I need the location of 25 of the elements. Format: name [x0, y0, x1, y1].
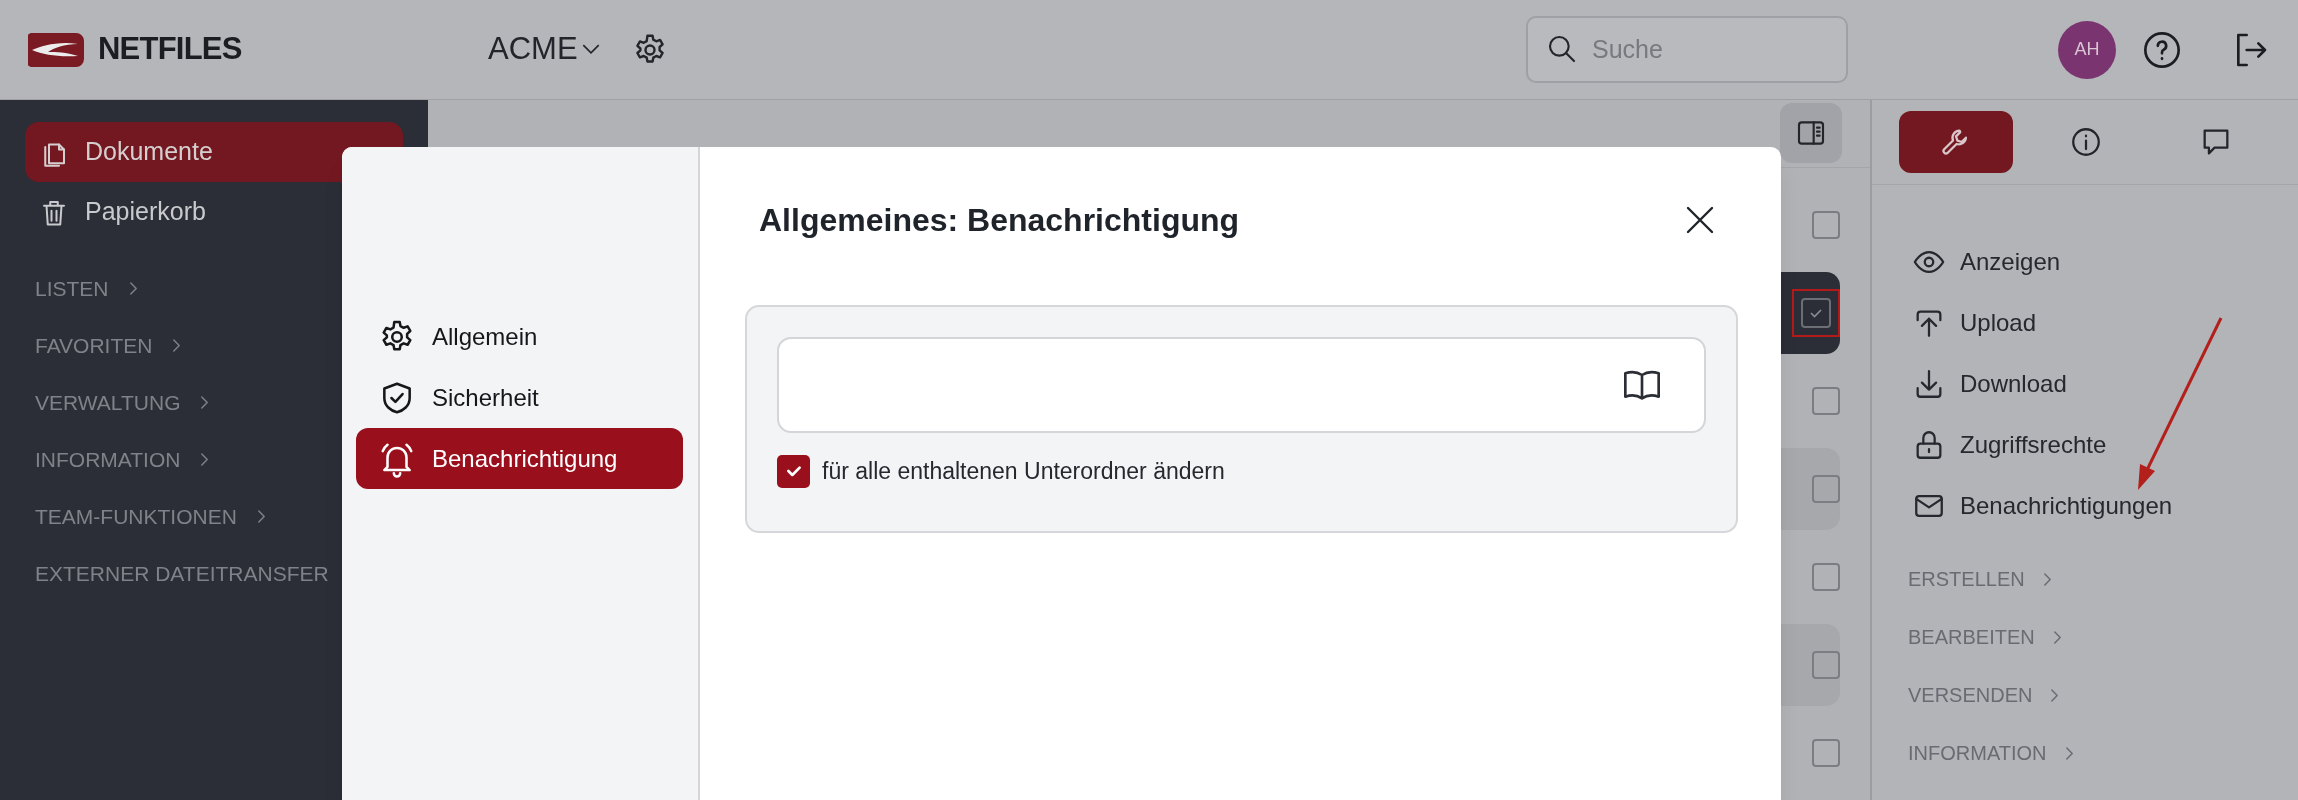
section-label: ERSTELLEN: [1908, 567, 2025, 592]
section-label: INFORMATION: [1908, 741, 2047, 766]
section-label: INFORMATION: [35, 446, 181, 473]
action-item[interactable]: Upload: [1872, 292, 2298, 353]
sidebar-section[interactable]: TEAM-FUNKTIONEN: [25, 488, 403, 545]
search-field[interactable]: Suche: [1526, 16, 1848, 83]
action-item[interactable]: Anzeigen: [1872, 231, 2298, 292]
sidebar-item[interactable]: Papierkorb: [25, 182, 403, 242]
workspace-dropdown[interactable]: ACME: [488, 26, 600, 73]
checkbox-label: für alle enthaltenen Unterordner ändern: [822, 457, 1225, 486]
section-label: VERWALTUNG: [35, 389, 181, 416]
sidebar-item[interactable]: Dokumente: [25, 122, 403, 182]
user-avatar[interactable]: AH: [2058, 20, 2116, 79]
dialog-title: Allgemeines: Benachrichtigung: [759, 200, 1240, 240]
section-label: FAVORITEN: [35, 332, 153, 359]
dialog-nav-item[interactable]: Benachrichtigung: [356, 428, 683, 489]
section-label: LISTEN: [35, 275, 109, 302]
section-label: TEAM-FUNKTIONEN: [35, 503, 237, 530]
logo-text: NETFILES: [98, 30, 242, 69]
section-label: BEARBEITEN: [1908, 625, 2035, 650]
action-item[interactable]: Download: [1872, 353, 2298, 414]
action-item[interactable]: Benachrichtigungen: [1872, 475, 2298, 536]
action-item[interactable]: Zugriffsrechte: [1872, 414, 2298, 475]
section-label: VERSENDEN: [1908, 683, 2033, 708]
section-label: EXTERNER DATEITRANSFER: [35, 560, 329, 587]
